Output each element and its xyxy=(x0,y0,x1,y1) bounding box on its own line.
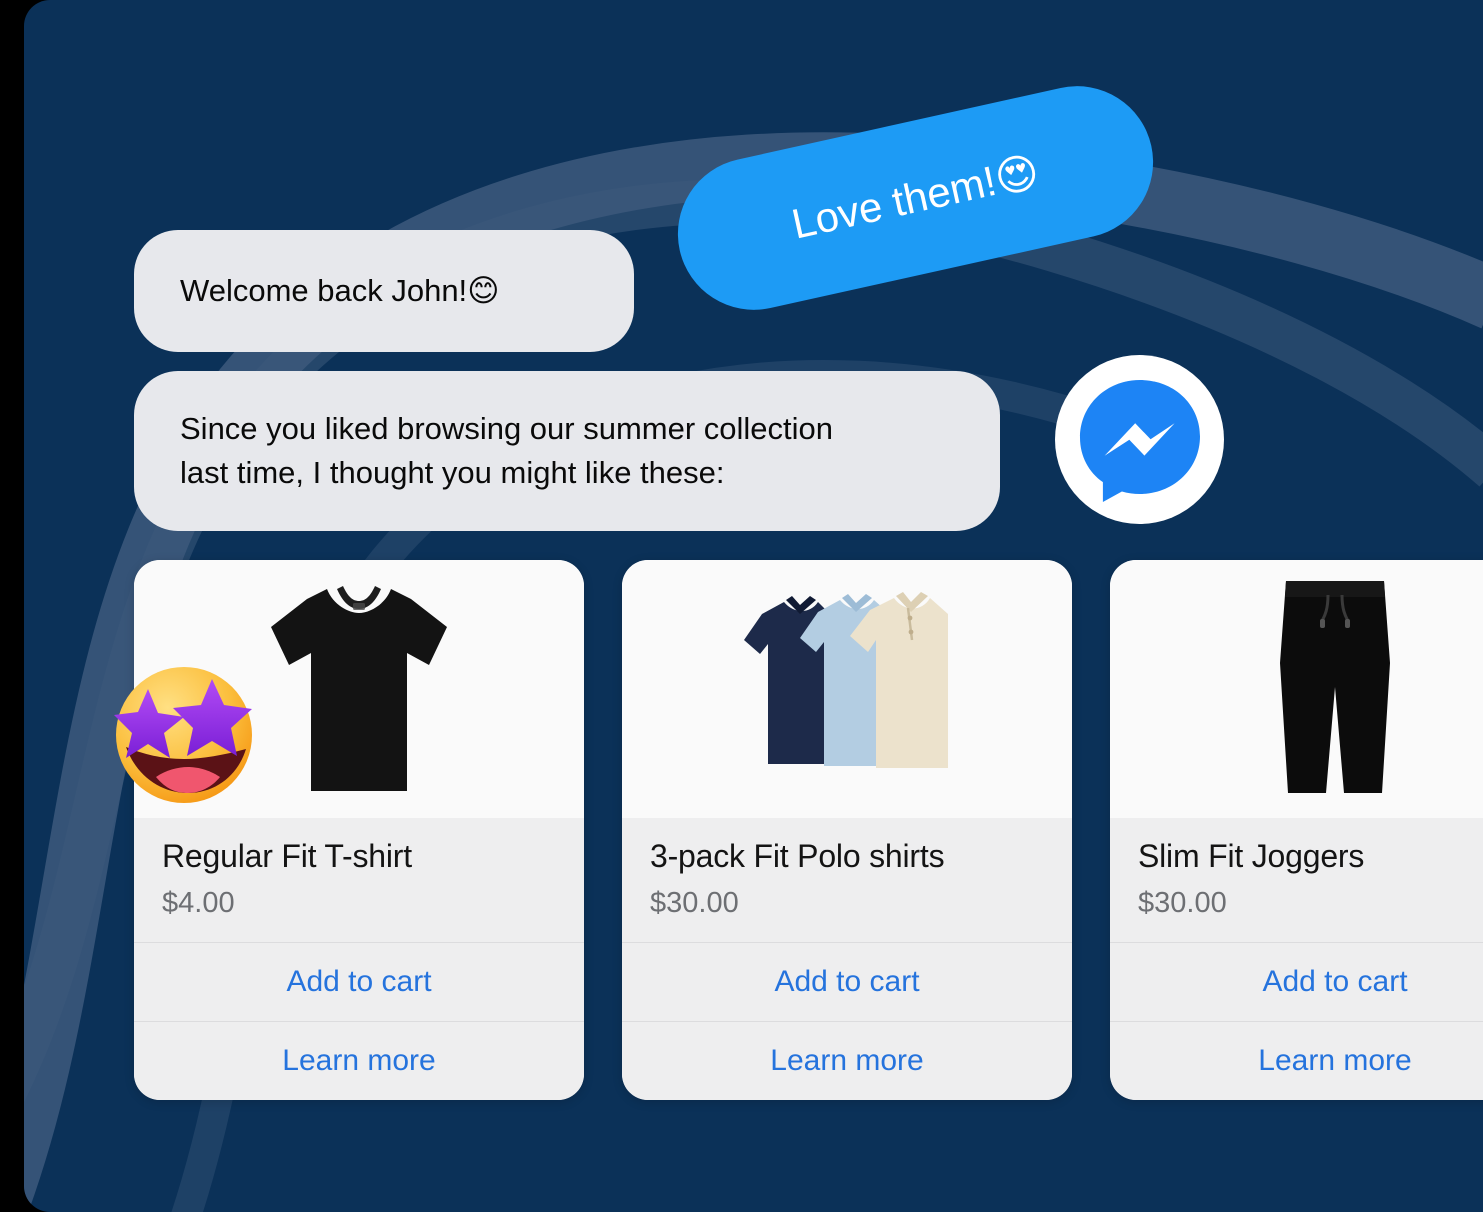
bot-message-bubble-2: Since you liked browsing our summer coll… xyxy=(134,371,1000,531)
product-info: Slim Fit Joggers $30.00 xyxy=(1110,818,1483,942)
bot-message-text-1: Welcome back John! xyxy=(180,272,468,308)
screenshot-root: Welcome back John! 😊 Love them! 😍 Since … xyxy=(0,0,1483,1212)
black-joggers-photo xyxy=(1110,560,1483,818)
bot-message-bubble-1: Welcome back John! 😊 xyxy=(134,230,634,352)
product-price: $30.00 xyxy=(650,887,739,919)
product-title: Slim Fit Joggers xyxy=(1138,838,1365,874)
chat-panel: Welcome back John! 😊 Love them! 😍 Since … xyxy=(24,0,1483,1212)
star-struck-emoji xyxy=(104,655,264,815)
messenger-logo xyxy=(1055,355,1224,524)
add-to-cart-button[interactable]: Add to cart xyxy=(1110,942,1483,1021)
product-price: $30.00 xyxy=(1138,887,1227,919)
product-title: 3-pack Fit Polo shirts xyxy=(650,838,945,874)
three-polo-shirts-photo xyxy=(622,560,1072,818)
messenger-bolt-icon xyxy=(1078,378,1202,502)
bot-message-line-1: Since you liked browsing our summer coll… xyxy=(180,410,834,446)
product-info: Regular Fit T-shirt $4.00 xyxy=(134,818,584,942)
product-card[interactable]: Regular Fit T-shirt $4.00 Add to cart Le… xyxy=(134,560,584,1100)
learn-more-button[interactable]: Learn more xyxy=(134,1021,584,1100)
learn-more-button[interactable]: Learn more xyxy=(1110,1021,1483,1100)
smiling-face-emoji: 😊 xyxy=(467,272,500,309)
product-carousel[interactable]: Regular Fit T-shirt $4.00 Add to cart Le… xyxy=(134,560,1483,1100)
product-card[interactable]: 3-pack Fit Polo shirts $30.00 Add to car… xyxy=(622,560,1072,1100)
product-title: Regular Fit T-shirt xyxy=(162,838,412,874)
bot-message-line-2: last time, I thought you might like thes… xyxy=(180,455,725,490)
product-card[interactable]: Slim Fit Joggers $30.00 Add to cart Lear… xyxy=(1110,560,1483,1100)
bot-message-text-2: Since you liked browsing our summer coll… xyxy=(180,407,833,495)
product-info: 3-pack Fit Polo shirts $30.00 xyxy=(622,818,1072,942)
product-price: $4.00 xyxy=(162,887,235,919)
learn-more-button[interactable]: Learn more xyxy=(622,1021,1072,1100)
user-message-text: Love them! xyxy=(787,157,1001,248)
add-to-cart-button[interactable]: Add to cart xyxy=(622,942,1072,1021)
add-to-cart-button[interactable]: Add to cart xyxy=(134,942,584,1021)
